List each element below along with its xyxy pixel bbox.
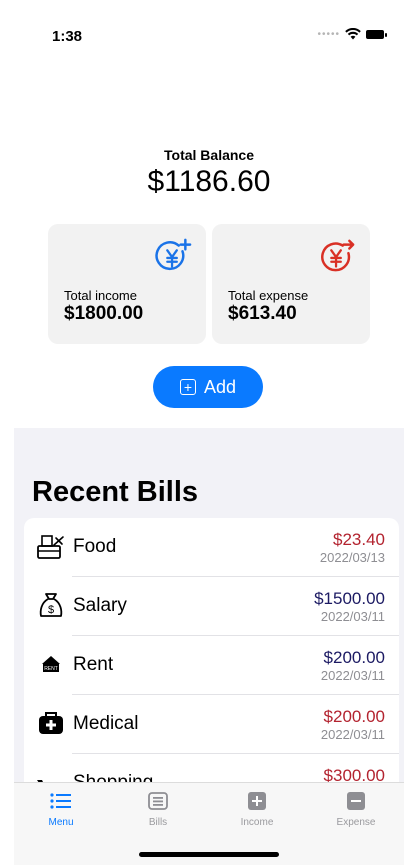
bill-amount: $200.00 [323,707,385,726]
list-icon [50,791,72,811]
medical-kit-icon [36,709,66,737]
app-screen: 1:38 ••••• Total Balance $1186.60 Total … [14,16,404,865]
wifi-icon [345,28,361,40]
income-amount: $1800.00 [64,303,144,324]
tab-bills[interactable]: Bills [118,791,198,828]
list-item[interactable]: Food $23.40 2022/03/13 [24,518,399,577]
rent-house-icon: RENT [36,650,66,678]
tab-label: Income [240,817,274,828]
recent-bills-title: Recent Bills [32,476,198,508]
bill-icon [147,791,169,811]
list-item[interactable]: $ Salary $1500.00 2022/03/11 [24,577,399,636]
svg-text:RENT: RENT [44,666,58,672]
total-balance-value: $1186.60 [147,165,271,198]
bill-name: Salary [73,595,127,616]
bill-date: 2022/03/11 [320,727,385,742]
expense-card[interactable]: Total expense $613.40 [212,224,370,344]
summary-panel: 1:38 ••••• Total Balance $1186.60 Total … [14,16,404,428]
tab-label: Menu [48,817,74,828]
battery-icon [366,29,387,39]
yuan-plus-icon [155,238,192,271]
cooking-pot-icon [36,532,66,560]
money-bag-icon: $ [36,591,66,619]
add-button[interactable]: + Add [153,366,263,408]
bill-name: Food [73,536,117,557]
tab-label: Expense [336,817,376,828]
total-balance-label: Total Balance [164,147,254,163]
bill-amount: $23.40 [333,530,385,549]
tab-expense[interactable]: Expense [316,791,396,828]
bill-amount: $1500.00 [314,589,385,608]
tab-label: Bills [148,817,168,828]
bill-date: 2022/03/11 [320,609,385,624]
bill-name: Rent [73,654,114,675]
tab-income[interactable]: Income [217,791,297,828]
income-card[interactable]: Total income $1800.00 [48,224,206,344]
expense-label: Total expense [228,288,309,303]
home-indicator[interactable] [139,852,279,857]
list-item[interactable]: Medical $200.00 2022/03/11 [24,695,399,754]
signal-icon: ••••• [317,28,340,40]
bill-date: 2022/03/13 [319,550,385,565]
expense-amount: $613.40 [228,303,297,324]
plus-square-icon: + [179,379,196,395]
status-indicators: ••••• [317,28,387,40]
bill-amount: $200.00 [323,648,385,667]
minus-square-icon [345,791,367,811]
svg-text:$: $ [48,604,54,616]
bill-name: Medical [73,713,139,734]
plus-square-icon [246,791,268,811]
tab-menu[interactable]: Menu [21,791,101,828]
bill-date: 2022/03/11 [320,668,385,683]
list-item[interactable]: RENT Rent $200.00 2022/03/11 [24,636,399,695]
status-time: 1:38 [52,28,83,45]
recent-bills-list: Food $23.40 2022/03/13 $ Salary $1500.00… [24,518,399,818]
add-button-label: Add [203,376,237,397]
yuan-arrow-out-icon [321,239,355,272]
income-label: Total income [64,288,137,303]
